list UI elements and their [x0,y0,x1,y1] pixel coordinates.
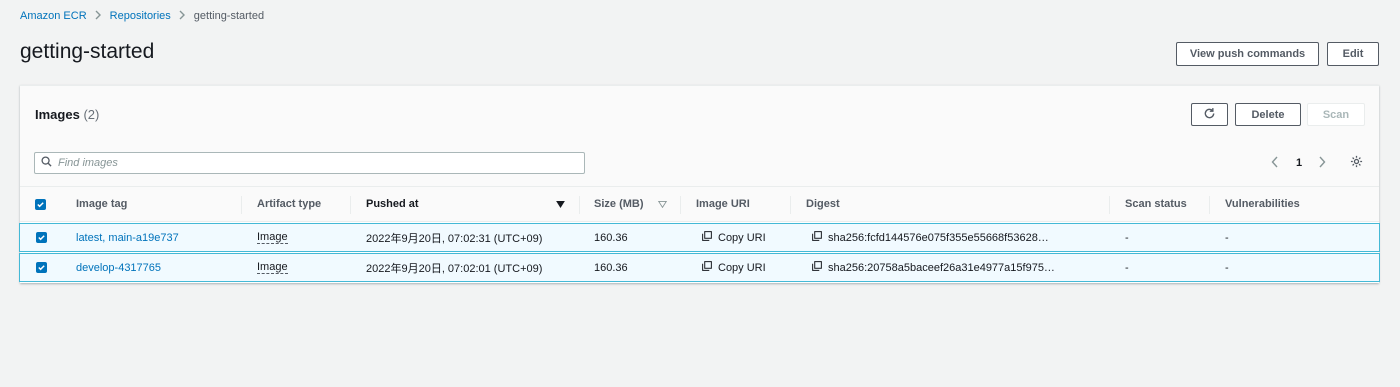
scan-status: - [1125,231,1129,244]
digest-value: sha256:fcfd144576e075f355e55668f53628… [828,231,1049,244]
breadcrumb-current: getting-started [193,10,265,22]
checkbox-checked-icon [38,235,45,241]
page-number[interactable]: 1 [1296,157,1302,169]
sort-desc-icon[interactable] [556,187,565,221]
copy-uri-button[interactable]: Copy URI [702,254,766,281]
page-title: getting-started [20,40,155,63]
checkbox-checked-icon [38,265,45,271]
copy-icon [812,261,822,274]
chevron-right-icon [179,9,186,23]
artifact-type-value: Image [257,261,288,274]
copy-digest-button[interactable]: sha256:fcfd144576e075f355e55668f53628… [812,224,1049,251]
images-count: (2) [83,107,100,122]
delete-button[interactable]: Delete [1235,103,1301,126]
table-row[interactable]: develop-4317765 Image 2022年9月20日, 07:02:… [19,253,1380,282]
images-panel-header: Images (2) Delete Scan Find images 1 [20,86,1379,186]
column-scan-status[interactable]: Scan status [1125,187,1187,221]
breadcrumb-amazon-ecr[interactable]: Amazon ECR [20,10,87,22]
table-header: Image tag Artifact type Pushed at Size (… [20,186,1379,222]
refresh-button[interactable] [1191,103,1228,126]
next-page-button[interactable] [1318,156,1326,171]
images-title: Images [35,107,80,122]
copy-uri-label: Copy URI [718,261,766,274]
column-artifact-type[interactable]: Artifact type [257,187,321,221]
copy-uri-label: Copy URI [718,231,766,244]
checkbox-checked-icon [37,202,44,208]
gear-icon [1350,155,1363,171]
copy-uri-button[interactable]: Copy URI [702,224,766,251]
copy-digest-button[interactable]: sha256:20758a5baceef26a31e4977a15f975… [812,254,1055,281]
column-size[interactable]: Size (MB) [594,187,644,221]
image-size: 160.36 [594,261,628,274]
column-image-uri[interactable]: Image URI [696,187,750,221]
search-input[interactable]: Find images [34,152,585,174]
chevron-right-icon [95,9,102,23]
row-checkbox[interactable] [36,232,47,243]
vulnerabilities: - [1225,261,1229,274]
breadcrumb-repositories[interactable]: Repositories [110,10,171,22]
images-heading: Images (2) [35,107,99,122]
chevron-right-icon [1318,156,1326,171]
table-row[interactable]: latest, main-a19e737 Image 2022年9月20日, 0… [19,223,1380,252]
row-checkbox[interactable] [36,262,47,273]
copy-icon [702,261,712,274]
refresh-icon [1203,107,1216,123]
search-placeholder: Find images [58,157,118,169]
breadcrumb: Amazon ECR Repositories getting-started [20,9,264,23]
digest-value: sha256:20758a5baceef26a31e4977a15f975… [828,261,1055,274]
artifact-type-value: Image [257,231,288,244]
column-digest[interactable]: Digest [806,187,840,221]
sort-icon[interactable] [658,187,667,221]
previous-page-button[interactable] [1271,156,1279,171]
search-icon [41,154,52,172]
copy-icon [702,231,712,244]
image-size: 160.36 [594,231,628,244]
column-pushed-at[interactable]: Pushed at [366,187,419,221]
scan-status: - [1125,261,1129,274]
vulnerabilities: - [1225,231,1229,244]
pushed-at: 2022年9月20日, 07:02:01 (UTC+09) [366,262,543,275]
copy-icon [812,231,822,244]
chevron-left-icon [1271,156,1279,171]
preferences-button[interactable] [1350,155,1363,171]
artifact-type: Image [257,224,288,251]
view-push-commands-button[interactable]: View push commands [1176,42,1319,66]
scan-button[interactable]: Scan [1307,103,1365,126]
edit-button[interactable]: Edit [1327,42,1379,66]
image-tag-link[interactable]: latest, main-a19e737 [76,224,179,251]
column-vulnerabilities[interactable]: Vulnerabilities [1225,187,1300,221]
images-panel: Images (2) Delete Scan Find images 1 Ima… [19,85,1380,283]
image-tag-link[interactable]: develop-4317765 [76,254,161,281]
select-all-checkbox[interactable] [35,199,46,210]
artifact-type: Image [257,254,288,281]
column-image-tag[interactable]: Image tag [76,187,127,221]
pushed-at: 2022年9月20日, 07:02:31 (UTC+09) [366,232,543,245]
